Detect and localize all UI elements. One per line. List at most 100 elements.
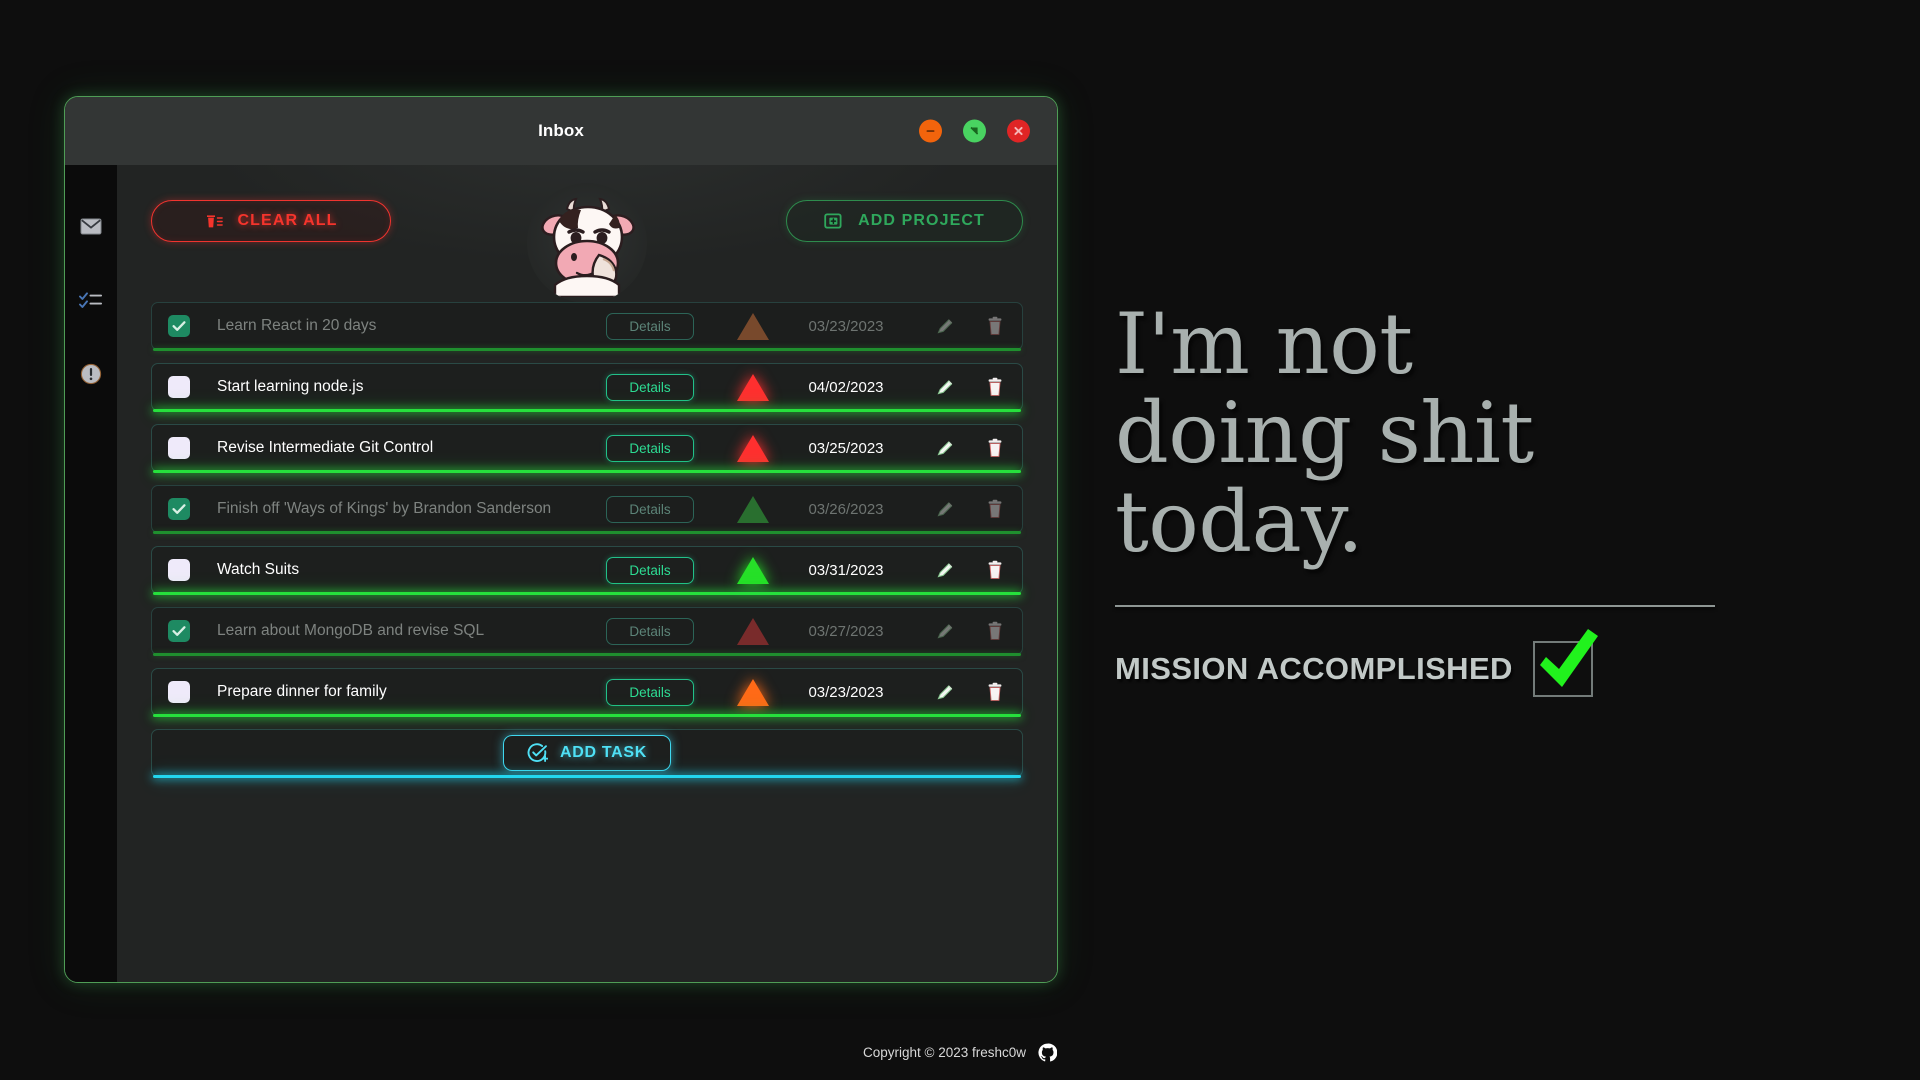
sidebar-item-tasks[interactable] (78, 287, 104, 313)
add-project-button[interactable]: ADD PROJECT (786, 200, 1023, 242)
app-window: Inbox CLEAR ALL ADD PROJECT Learn React … (64, 96, 1058, 983)
task-edit-button[interactable] (934, 377, 956, 397)
priority-triangle-icon (737, 434, 769, 462)
close-button[interactable] (1007, 119, 1030, 143)
trash-icon (988, 316, 1002, 335)
task-priority (736, 373, 770, 401)
task-details-button[interactable]: Details (606, 312, 694, 340)
task-priority (736, 495, 770, 523)
task-edit-button[interactable] (934, 438, 956, 458)
priority-triangle-icon (737, 373, 769, 401)
mission-label: MISSION ACCOMPLISHED (1115, 651, 1513, 687)
task-list: Learn React in 20 days Details 03/23/2023 S… (151, 302, 1023, 717)
clear-all-button[interactable]: CLEAR ALL (151, 200, 391, 242)
task-row[interactable]: Finish off 'Ways of Kings' by Brandon Sa… (151, 485, 1023, 534)
trash-icon (988, 499, 1002, 518)
pencil-icon (937, 563, 953, 578)
check-circle-plus-icon (527, 742, 548, 762)
task-delete-button[interactable] (984, 499, 1006, 519)
add-library-icon (824, 213, 842, 229)
minimize-button[interactable] (919, 119, 942, 143)
task-details-button[interactable]: Details (606, 678, 694, 706)
mission-checkbox[interactable] (1532, 629, 1598, 698)
task-details-button[interactable]: Details (606, 617, 694, 645)
trash-lines-icon (206, 214, 223, 227)
checklist-icon (79, 291, 102, 308)
trash-icon (988, 560, 1002, 579)
add-task-button[interactable]: ADD TASK (503, 735, 671, 771)
task-details-button[interactable]: Details (606, 373, 694, 401)
sidebar-item-alerts[interactable] (78, 361, 104, 387)
check-mark-icon (1539, 629, 1598, 688)
pencil-icon (937, 685, 953, 700)
trash-icon (988, 682, 1002, 701)
pencil-icon (937, 624, 953, 639)
pencil-icon (937, 441, 953, 456)
quote-panel: I'm not doing shit today. MISSION ACCOMP… (1115, 299, 1735, 698)
task-title: Prepare dinner for family (217, 683, 387, 700)
thinking-cow-avatar (541, 197, 635, 297)
task-checkbox[interactable] (168, 376, 190, 398)
check-icon (172, 504, 186, 514)
priority-triangle-icon (737, 678, 769, 706)
footer-copyright: Copyright © 2023 freshc0w (862, 1045, 1027, 1060)
footer: Copyright © 2023 freshc0w (0, 1043, 1920, 1062)
task-row[interactable]: Learn React in 20 days Details 03/23/2023 (151, 302, 1023, 351)
task-checkbox[interactable] (168, 437, 190, 459)
github-link[interactable] (1038, 1043, 1058, 1062)
task-row[interactable]: Learn about MongoDB and revise SQL Detail… (151, 607, 1023, 656)
task-priority (736, 678, 770, 706)
task-edit-button[interactable] (934, 682, 956, 702)
maximize-button[interactable] (963, 119, 986, 143)
task-edit-button[interactable] (934, 316, 956, 336)
trash-icon (988, 377, 1002, 396)
window-title: Inbox (538, 121, 584, 140)
task-delete-button[interactable] (984, 682, 1006, 702)
window-controls (919, 119, 1030, 143)
task-delete-button[interactable] (984, 560, 1006, 580)
priority-triangle-icon (737, 556, 769, 584)
trash-icon (988, 438, 1002, 457)
task-priority (736, 434, 770, 462)
task-delete-button[interactable] (984, 438, 1006, 458)
task-due-date: 03/25/2023 (808, 439, 884, 457)
task-row[interactable]: Start learning node.js Details 04/02/2023 (151, 363, 1023, 412)
add-task-label: ADD TASK (559, 744, 648, 761)
sidebar (65, 165, 117, 982)
task-checkbox[interactable] (168, 559, 190, 581)
task-row[interactable]: Watch Suits Details 03/31/2023 (151, 546, 1023, 595)
task-edit-button[interactable] (934, 621, 956, 641)
task-due-date: 03/23/2023 (808, 317, 884, 335)
task-delete-button[interactable] (984, 316, 1006, 336)
task-details-button[interactable]: Details (606, 434, 694, 462)
close-circle-icon (1014, 126, 1023, 136)
task-checkbox[interactable] (168, 681, 190, 703)
toolbar: CLEAR ALL ADD PROJECT (151, 183, 1023, 303)
task-row[interactable]: Prepare dinner for family Details 03/23/20… (151, 668, 1023, 717)
quote-divider (1115, 605, 1715, 608)
task-due-date: 03/31/2023 (808, 561, 884, 579)
task-details-button[interactable]: Details (606, 495, 694, 523)
sidebar-item-inbox[interactable] (78, 213, 104, 239)
task-checkbox[interactable] (168, 498, 190, 520)
trash-icon (988, 621, 1002, 640)
add-task-row[interactable]: ADD TASK (151, 729, 1023, 778)
task-due-date: 03/27/2023 (808, 622, 884, 640)
task-row[interactable]: Revise Intermediate Git Control Details 03… (151, 424, 1023, 473)
task-checkbox[interactable] (168, 620, 190, 642)
task-checkbox[interactable] (168, 315, 190, 337)
exclamation-circle-icon (80, 363, 102, 385)
avatar (527, 183, 647, 303)
app-body: CLEAR ALL ADD PROJECT Learn React in 20 … (65, 165, 1057, 982)
maximize-circle-icon (970, 126, 979, 135)
task-delete-button[interactable] (984, 621, 1006, 641)
check-icon (172, 321, 186, 331)
pencil-icon (937, 319, 953, 334)
task-delete-button[interactable] (984, 377, 1006, 397)
task-priority (736, 556, 770, 584)
task-title: Learn about MongoDB and revise SQL (217, 622, 485, 639)
task-edit-button[interactable] (934, 560, 956, 580)
clear-all-label: CLEAR ALL (237, 212, 338, 229)
task-edit-button[interactable] (934, 499, 956, 519)
task-details-button[interactable]: Details (606, 556, 694, 584)
